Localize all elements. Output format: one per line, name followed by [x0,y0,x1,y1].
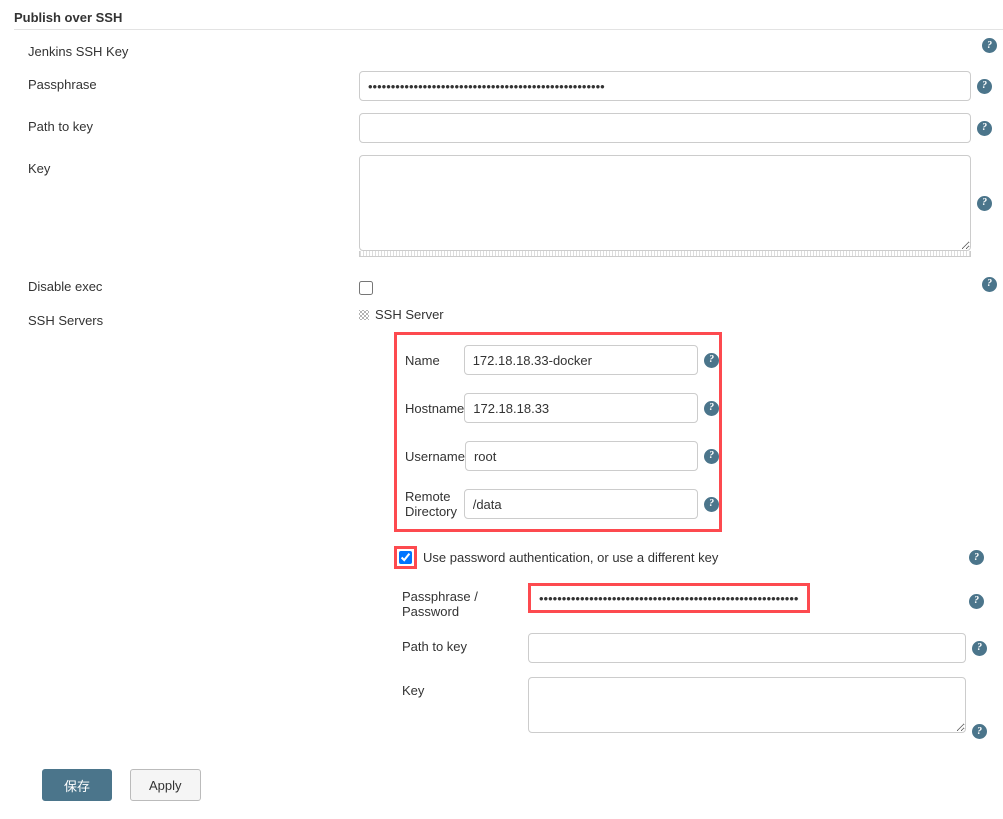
server-hostname-label: Hostname [397,401,464,416]
key-textarea[interactable] [359,155,971,251]
help-icon[interactable]: ? [704,497,719,512]
ssh-server-highlight-box: Name ? Hostname ? Username ? Remote Dire… [394,332,722,532]
server-remote-dir-input[interactable] [464,489,698,519]
help-icon[interactable]: ? [969,550,984,565]
auth-path-to-key-input[interactable] [528,633,966,663]
passphrase-label: Passphrase [14,71,359,92]
disable-exec-label: Disable exec [14,273,359,294]
help-icon[interactable]: ? [977,196,992,211]
server-name-input[interactable] [464,345,698,375]
help-icon[interactable]: ? [969,594,984,609]
help-icon[interactable]: ? [704,401,719,416]
server-username-input[interactable] [465,441,698,471]
help-icon[interactable]: ? [977,121,992,136]
help-icon[interactable]: ? [977,79,992,94]
help-icon[interactable]: ? [704,449,719,464]
help-icon[interactable]: ? [982,277,997,292]
auth-key-textarea[interactable] [528,677,966,733]
auth-password-highlight [528,583,810,613]
section-title: Publish over SSH [14,10,1003,25]
server-hostname-input[interactable] [464,393,698,423]
help-icon[interactable]: ? [972,724,987,739]
ssh-servers-label: SSH Servers [14,307,359,328]
passphrase-input[interactable] [359,71,971,101]
server-username-label: Username [397,449,465,464]
auth-path-to-key-label: Path to key [394,633,528,654]
auth-key-label: Key [394,677,528,698]
use-password-auth-checkbox[interactable] [399,551,412,564]
auth-checkbox-highlight [394,546,417,569]
server-remote-dir-label: Remote Directory [397,489,464,519]
path-to-key-label: Path to key [14,113,359,134]
help-icon[interactable]: ? [972,641,987,656]
auth-passphrase-label: Passphrase / Password [394,583,528,619]
ssh-server-title: SSH Server [375,307,444,322]
section-divider [14,29,1003,30]
server-name-label: Name [397,353,464,368]
key-label: Key [14,155,359,176]
disable-exec-checkbox[interactable] [359,281,373,295]
apply-button[interactable]: Apply [130,769,201,801]
help-icon[interactable]: ? [982,38,997,53]
jenkins-ssh-key-label: Jenkins SSH Key [14,38,359,59]
path-to-key-input[interactable] [359,113,971,143]
auth-passphrase-input[interactable] [531,586,807,610]
use-password-auth-label: Use password authentication, or use a di… [423,550,718,565]
help-icon[interactable]: ? [704,353,719,368]
save-button[interactable]: 保存 [42,769,112,801]
drag-handle-icon[interactable] [359,310,369,320]
resize-handle[interactable] [359,251,971,257]
